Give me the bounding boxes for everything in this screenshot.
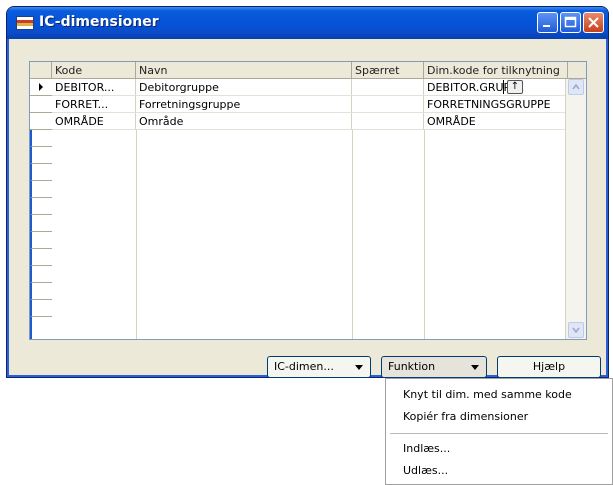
row-selector[interactable] [30,249,52,266]
dim-code-cell[interactable]: OMRÅDE [424,113,568,129]
maximize-icon [564,16,577,28]
row-selector[interactable] [30,283,52,300]
app-icon [16,16,34,30]
row-selector[interactable] [30,317,52,339]
function-dropdown-menu: Knyt til dim. med samme kode Kopiér fra … [385,378,613,485]
row-selector[interactable] [30,96,52,113]
name-cell[interactable]: Område [136,113,352,129]
menu-separator [390,433,608,434]
blocked-cell[interactable] [352,79,424,95]
dim-code-cell[interactable]: FORRETNINGSGRUPPE [424,96,568,112]
menu-item-copy-from-dimensions[interactable]: Kopiér fra dimensioner [403,410,528,423]
scroll-down-button[interactable] [568,322,584,338]
maximize-button[interactable] [560,12,581,33]
column-header-code[interactable]: Kode [52,62,136,79]
dim-code-cell[interactable]: DEBITOR.GRUPPE [424,79,568,95]
row-selector[interactable] [30,266,52,283]
row-selector[interactable] [30,232,52,249]
blocked-cell[interactable] [352,96,424,112]
lookup-button[interactable]: ↑ [507,80,523,94]
column-header-name[interactable]: Navn [136,62,352,79]
code-cell[interactable]: OMRÅDE [52,113,136,129]
row-selector[interactable] [30,300,52,317]
scroll-up-button[interactable] [568,79,584,95]
row-selector-header [30,62,52,79]
row-selector[interactable] [30,130,52,147]
row-selector[interactable] [30,198,52,215]
column-header-blocked[interactable]: Spærret [352,62,424,79]
scroll-up-icon [572,83,580,90]
row-selector[interactable] [30,164,52,181]
window-title: IC-dimensioner [39,14,159,30]
code-cell[interactable]: FORRET... [52,96,136,112]
row-selector[interactable] [30,113,52,130]
scroll-down-icon [572,327,580,334]
vertical-scrollbar[interactable] [565,79,586,339]
blocked-cell[interactable] [352,113,424,129]
row-selector[interactable] [30,147,52,164]
row-selector[interactable] [30,215,52,232]
column-header-dim-code[interactable]: Dim.kode for tilknytning [424,62,568,79]
dropdown-arrow-icon [471,365,479,370]
function-label: Funktion [388,360,436,373]
name-cell[interactable]: Debitorgruppe [136,79,352,95]
help-button[interactable]: Hjælp [497,356,601,378]
row-selector[interactable] [30,181,52,198]
ic-dimensions-label: IC-dimen... [274,360,334,373]
function-menu-button[interactable]: Funktion [381,356,487,378]
text-cursor [503,80,504,94]
ic-dimensions-window: IC-dimensioner Kode Navn Spærret Dim.kod… [6,6,609,378]
menu-item-link-same-code[interactable]: Knyt til dim. med samme kode [403,388,572,401]
minimize-button[interactable] [537,12,558,33]
title-bar[interactable]: IC-dimensioner [7,7,608,39]
close-icon [588,17,599,28]
table-row[interactable]: DEBITOR... Debitorgruppe DEBITOR.GRUPPE … [52,79,568,96]
name-cell[interactable]: Forretningsgruppe [136,96,352,112]
column-divider [352,130,353,339]
close-button[interactable] [583,12,604,33]
menu-item-export[interactable]: Udlæs... [403,464,448,477]
ic-dimensions-menu-button[interactable]: IC-dimen... [267,356,371,378]
dropdown-arrow-icon [355,365,363,370]
lookup-arrow-icon: ↑ [510,81,520,92]
help-label: Hjælp [532,360,566,373]
code-cell[interactable]: DEBITOR... [52,79,136,95]
row-selector[interactable] [30,79,52,96]
current-row-arrow-icon [39,83,43,91]
table-row[interactable]: OMRÅDE Område OMRÅDE [52,113,568,130]
minimize-icon [543,25,550,27]
dimensions-grid: Kode Navn Spærret Dim.kode for tilknytni… [29,61,587,340]
table-row[interactable]: FORRET... Forretningsgruppe FORRETNINGSG… [52,96,568,113]
menu-item-import[interactable]: Indlæs... [403,442,450,455]
column-divider [136,130,137,339]
column-divider [424,130,425,339]
scroll-header [568,62,586,79]
